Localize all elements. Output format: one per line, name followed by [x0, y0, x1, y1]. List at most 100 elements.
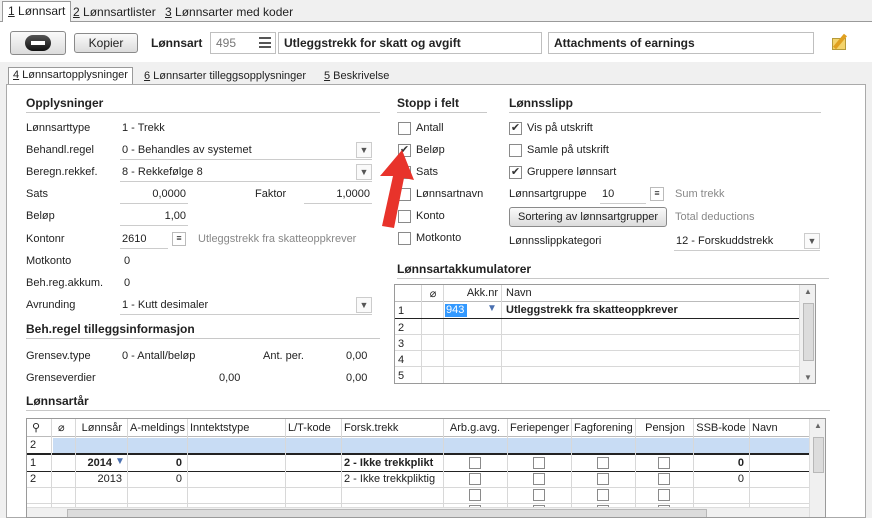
grensev-label: Grensev.type: [26, 350, 91, 362]
kontonr-label: Kontonr: [26, 233, 65, 245]
toolbar: Kopier Lønnsart 495 Utleggstrekk for ska…: [0, 22, 872, 62]
col-ameldings: A-meldings: [130, 422, 186, 434]
row3-feriepenger-checkbox[interactable]: [533, 489, 545, 501]
lonnsart-name-en-field[interactable]: Attachments of earnings: [548, 32, 814, 54]
tab-lonnsartlister[interactable]: 2 Lønnsartlister: [68, 3, 161, 22]
scroll-up-icon[interactable]: ▲: [814, 421, 822, 430]
stopp-antall-label: Antall: [416, 122, 444, 134]
avrunding-label: Avrunding: [26, 299, 76, 311]
stopp-belop-label: Beløp: [416, 144, 445, 156]
behandl-combo[interactable]: 0 - Behandles av systemet ▼: [120, 142, 372, 160]
row-num-2a: 2: [30, 439, 37, 451]
row1-feriepenger-checkbox[interactable]: [533, 457, 545, 469]
kategori-combo[interactable]: 12 - Forskuddstrekk ▼: [674, 233, 820, 251]
akkumulator-grid: ⌀ Akk.nr Navn 1 2 3 4 5 943 ▼ Utleggstre…: [394, 284, 816, 384]
chevron-down-icon[interactable]: ▼: [487, 303, 497, 314]
row2-pensjon-checkbox[interactable]: [658, 473, 670, 485]
col-feriepenger: Feriepenger: [510, 422, 570, 434]
chevron-down-icon[interactable]: ▼: [356, 297, 372, 313]
vis-checkbox[interactable]: ✔: [509, 122, 522, 135]
akk-row-5-num: 5: [398, 370, 405, 382]
list-icon[interactable]: [259, 37, 271, 48]
tab-lonnsartopplysninger[interactable]: 4 Lønnsartopplysninger: [8, 67, 133, 85]
kategori-label: Lønnsslippkategori: [509, 235, 602, 247]
stopp-motkonto-checkbox[interactable]: [398, 232, 411, 245]
kopier-button[interactable]: Kopier: [74, 33, 138, 53]
tab-lonnsart[interactable]: 1 Lønnsart: [2, 1, 72, 23]
red-arrow-annotation: [380, 150, 414, 228]
paperclip-icon: ⌀: [429, 288, 437, 300]
gruppere-checkbox[interactable]: ✔: [509, 166, 522, 179]
akkumulatorer-title: Lønnsartakkumulatorer: [397, 262, 829, 279]
row1-year[interactable]: 2014: [77, 457, 115, 469]
row3-arbgavg-checkbox[interactable]: [469, 489, 481, 501]
filter-row[interactable]: [53, 438, 809, 453]
sortering-button[interactable]: Sortering av lønnsartgrupper: [509, 207, 667, 227]
chevron-down-icon[interactable]: ▼: [804, 233, 820, 249]
beregn-combo[interactable]: 8 - Rekkefølge 8 ▼: [120, 164, 372, 182]
row3-fagforening-checkbox[interactable]: [597, 489, 609, 501]
scroll-down-icon[interactable]: ▼: [804, 373, 812, 382]
tab-lonnsarter-med-koder[interactable]: 3 Lønnsarter med koder: [160, 3, 298, 22]
row2-forsk: 2 - Ikke trekkpliktig: [344, 473, 436, 485]
sortering-desc: Total deductions: [675, 211, 755, 223]
gruppe-desc: Sum trekk: [675, 188, 725, 200]
lonnsslipp-title: Lønnsslipp: [509, 96, 821, 113]
lonnsarar-title: Lønnsartår: [26, 394, 830, 411]
grenseverdier-label: Grenseverdier: [26, 372, 96, 384]
akk-row-2-num: 2: [398, 322, 405, 334]
edit-note-icon[interactable]: [830, 32, 850, 52]
opplysninger-title: Opplysninger: [26, 96, 380, 113]
row2-year[interactable]: 2013: [77, 473, 125, 485]
behreg-value: 0: [124, 277, 131, 289]
gruppe-list-icon[interactable]: ≡: [650, 187, 664, 201]
stopp-motkonto-label: Motkonto: [416, 232, 462, 244]
stopp-antall-checkbox[interactable]: [398, 122, 411, 135]
arrow-shape: [380, 150, 414, 228]
samle-label: Samle på utskrift: [527, 144, 609, 156]
tillegg-title: Beh.regel tilleggsinformasjon: [26, 322, 380, 339]
grense-value-1: 0,00: [219, 372, 241, 384]
lonnsarttype-value: 1 - Trekk: [122, 122, 165, 134]
kontonr-list-icon[interactable]: ≡: [172, 232, 186, 246]
gruppe-label: Lønnsartgruppe: [509, 188, 587, 200]
top-tab-bar: 1 Lønnsart 2 Lønnsartlister 3 Lønnsarter…: [0, 0, 872, 23]
akk-row-1-akknr[interactable]: 943: [445, 304, 467, 317]
sats-input[interactable]: 0,0000: [120, 186, 188, 204]
samle-checkbox[interactable]: [509, 144, 522, 157]
chevron-down-icon[interactable]: ▼: [115, 456, 125, 467]
scroll-up-icon[interactable]: ▲: [804, 287, 812, 296]
row1-arbgavg-checkbox[interactable]: [469, 457, 481, 469]
faktor-input[interactable]: 1,0000: [304, 186, 372, 204]
col-inntektstype: Inntektstype: [190, 422, 250, 434]
lonnsart-name-field[interactable]: Utleggstrekk for skatt og avgift: [278, 32, 542, 54]
lonnsarar-vscrollbar[interactable]: ▲: [809, 419, 825, 517]
row2-feriepenger-checkbox[interactable]: [533, 473, 545, 485]
row1-pensjon-checkbox[interactable]: [658, 457, 670, 469]
akk-row-1-navn: Utleggstrekk fra skatteoppkrever: [506, 304, 678, 316]
chevron-down-icon[interactable]: ▼: [356, 142, 372, 158]
col-navn: Navn: [752, 422, 778, 434]
col-ssbkode: SSB-kode: [696, 422, 746, 434]
col-akknr: Akk.nr: [466, 287, 498, 299]
minimize-button[interactable]: [10, 31, 66, 55]
row3-pensjon-checkbox[interactable]: [658, 489, 670, 501]
row2-fagforening-checkbox[interactable]: [597, 473, 609, 485]
col-lonnsar: Lønnsår: [81, 422, 122, 434]
stopp-lonnsartnavn-label: Lønnsartnavn: [416, 188, 484, 200]
row2-arbgavg-checkbox[interactable]: [469, 473, 481, 485]
chevron-down-icon[interactable]: ▼: [356, 164, 372, 180]
lonnsarar-hscrollbar[interactable]: [27, 507, 809, 517]
beregn-label: Beregn.rekkef.: [26, 166, 98, 178]
gruppe-input[interactable]: 10: [600, 186, 646, 204]
stopp-konto-label: Konto: [416, 210, 445, 222]
avrunding-combo[interactable]: 1 - Kutt desimaler ▼: [120, 297, 372, 315]
row1-forsk: 2 - Ikke trekkplikt: [344, 457, 434, 469]
col-forsktrekk: Forsk.trekk: [344, 422, 399, 434]
faktor-label: Faktor: [255, 188, 287, 200]
row1-fagforening-checkbox[interactable]: [597, 457, 609, 469]
kontonr-input[interactable]: 2610: [120, 231, 168, 249]
behandl-label: Behandl.regel: [26, 144, 94, 156]
belop-input[interactable]: 1,00: [120, 208, 188, 226]
akk-scrollbar[interactable]: ▲ ▼: [799, 285, 815, 383]
